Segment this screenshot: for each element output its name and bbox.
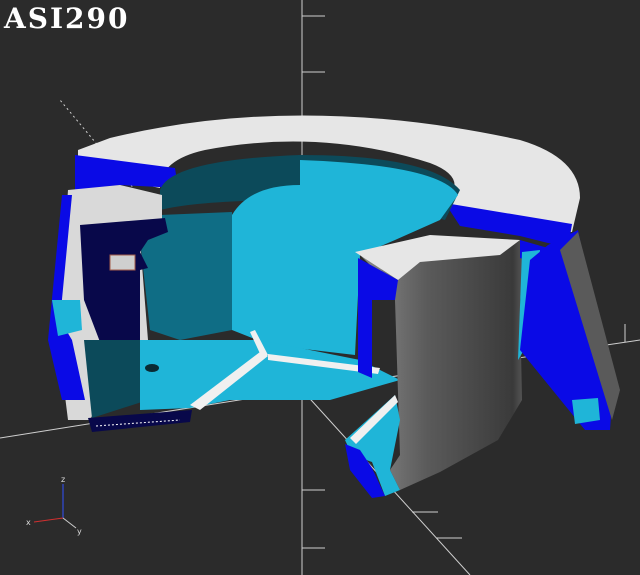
ring-mount-model[interactable] <box>48 115 620 498</box>
gizmo-x-label: x <box>26 518 31 527</box>
floor-hole <box>145 364 159 372</box>
gizmo-y-axis <box>62 517 77 529</box>
left-section-slot <box>109 254 136 271</box>
left-lower-wall <box>84 340 148 418</box>
right-foot-bolt <box>572 398 600 424</box>
axis-orientation-gizmo: z x y <box>26 475 82 536</box>
3d-viewport[interactable]: ASI290 z x y <box>0 0 640 575</box>
scene-canvas[interactable] <box>0 0 640 575</box>
gizmo-z-label: z <box>61 475 65 484</box>
gizmo-y-label: y <box>77 527 82 536</box>
model-title: ASI290 <box>4 2 130 35</box>
gizmo-x-axis <box>33 517 64 523</box>
